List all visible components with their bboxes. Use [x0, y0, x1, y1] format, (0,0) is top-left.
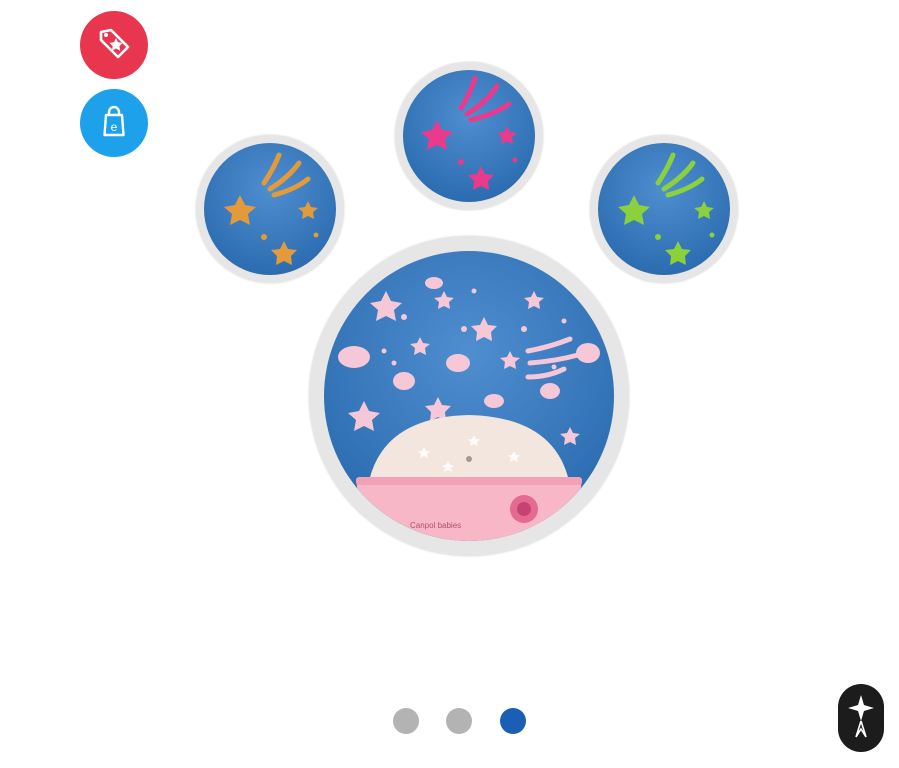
gallery-pagination	[0, 708, 899, 736]
orange-star-projection-image	[196, 135, 344, 283]
star-projector-lamp-image: Canpol babies	[309, 236, 629, 556]
assistant-logo-icon	[846, 691, 876, 746]
pagination-dot-2[interactable]	[446, 708, 472, 734]
pagination-dot-3-active[interactable]	[500, 708, 526, 734]
assistant-button[interactable]	[838, 684, 884, 752]
pagination-dot-1[interactable]	[393, 708, 419, 734]
product-image-gallery[interactable]: Canpol babies	[0, 0, 899, 620]
lamp-brand-label: Canpol babies	[410, 521, 461, 530]
pink-star-projection-image	[395, 62, 543, 210]
